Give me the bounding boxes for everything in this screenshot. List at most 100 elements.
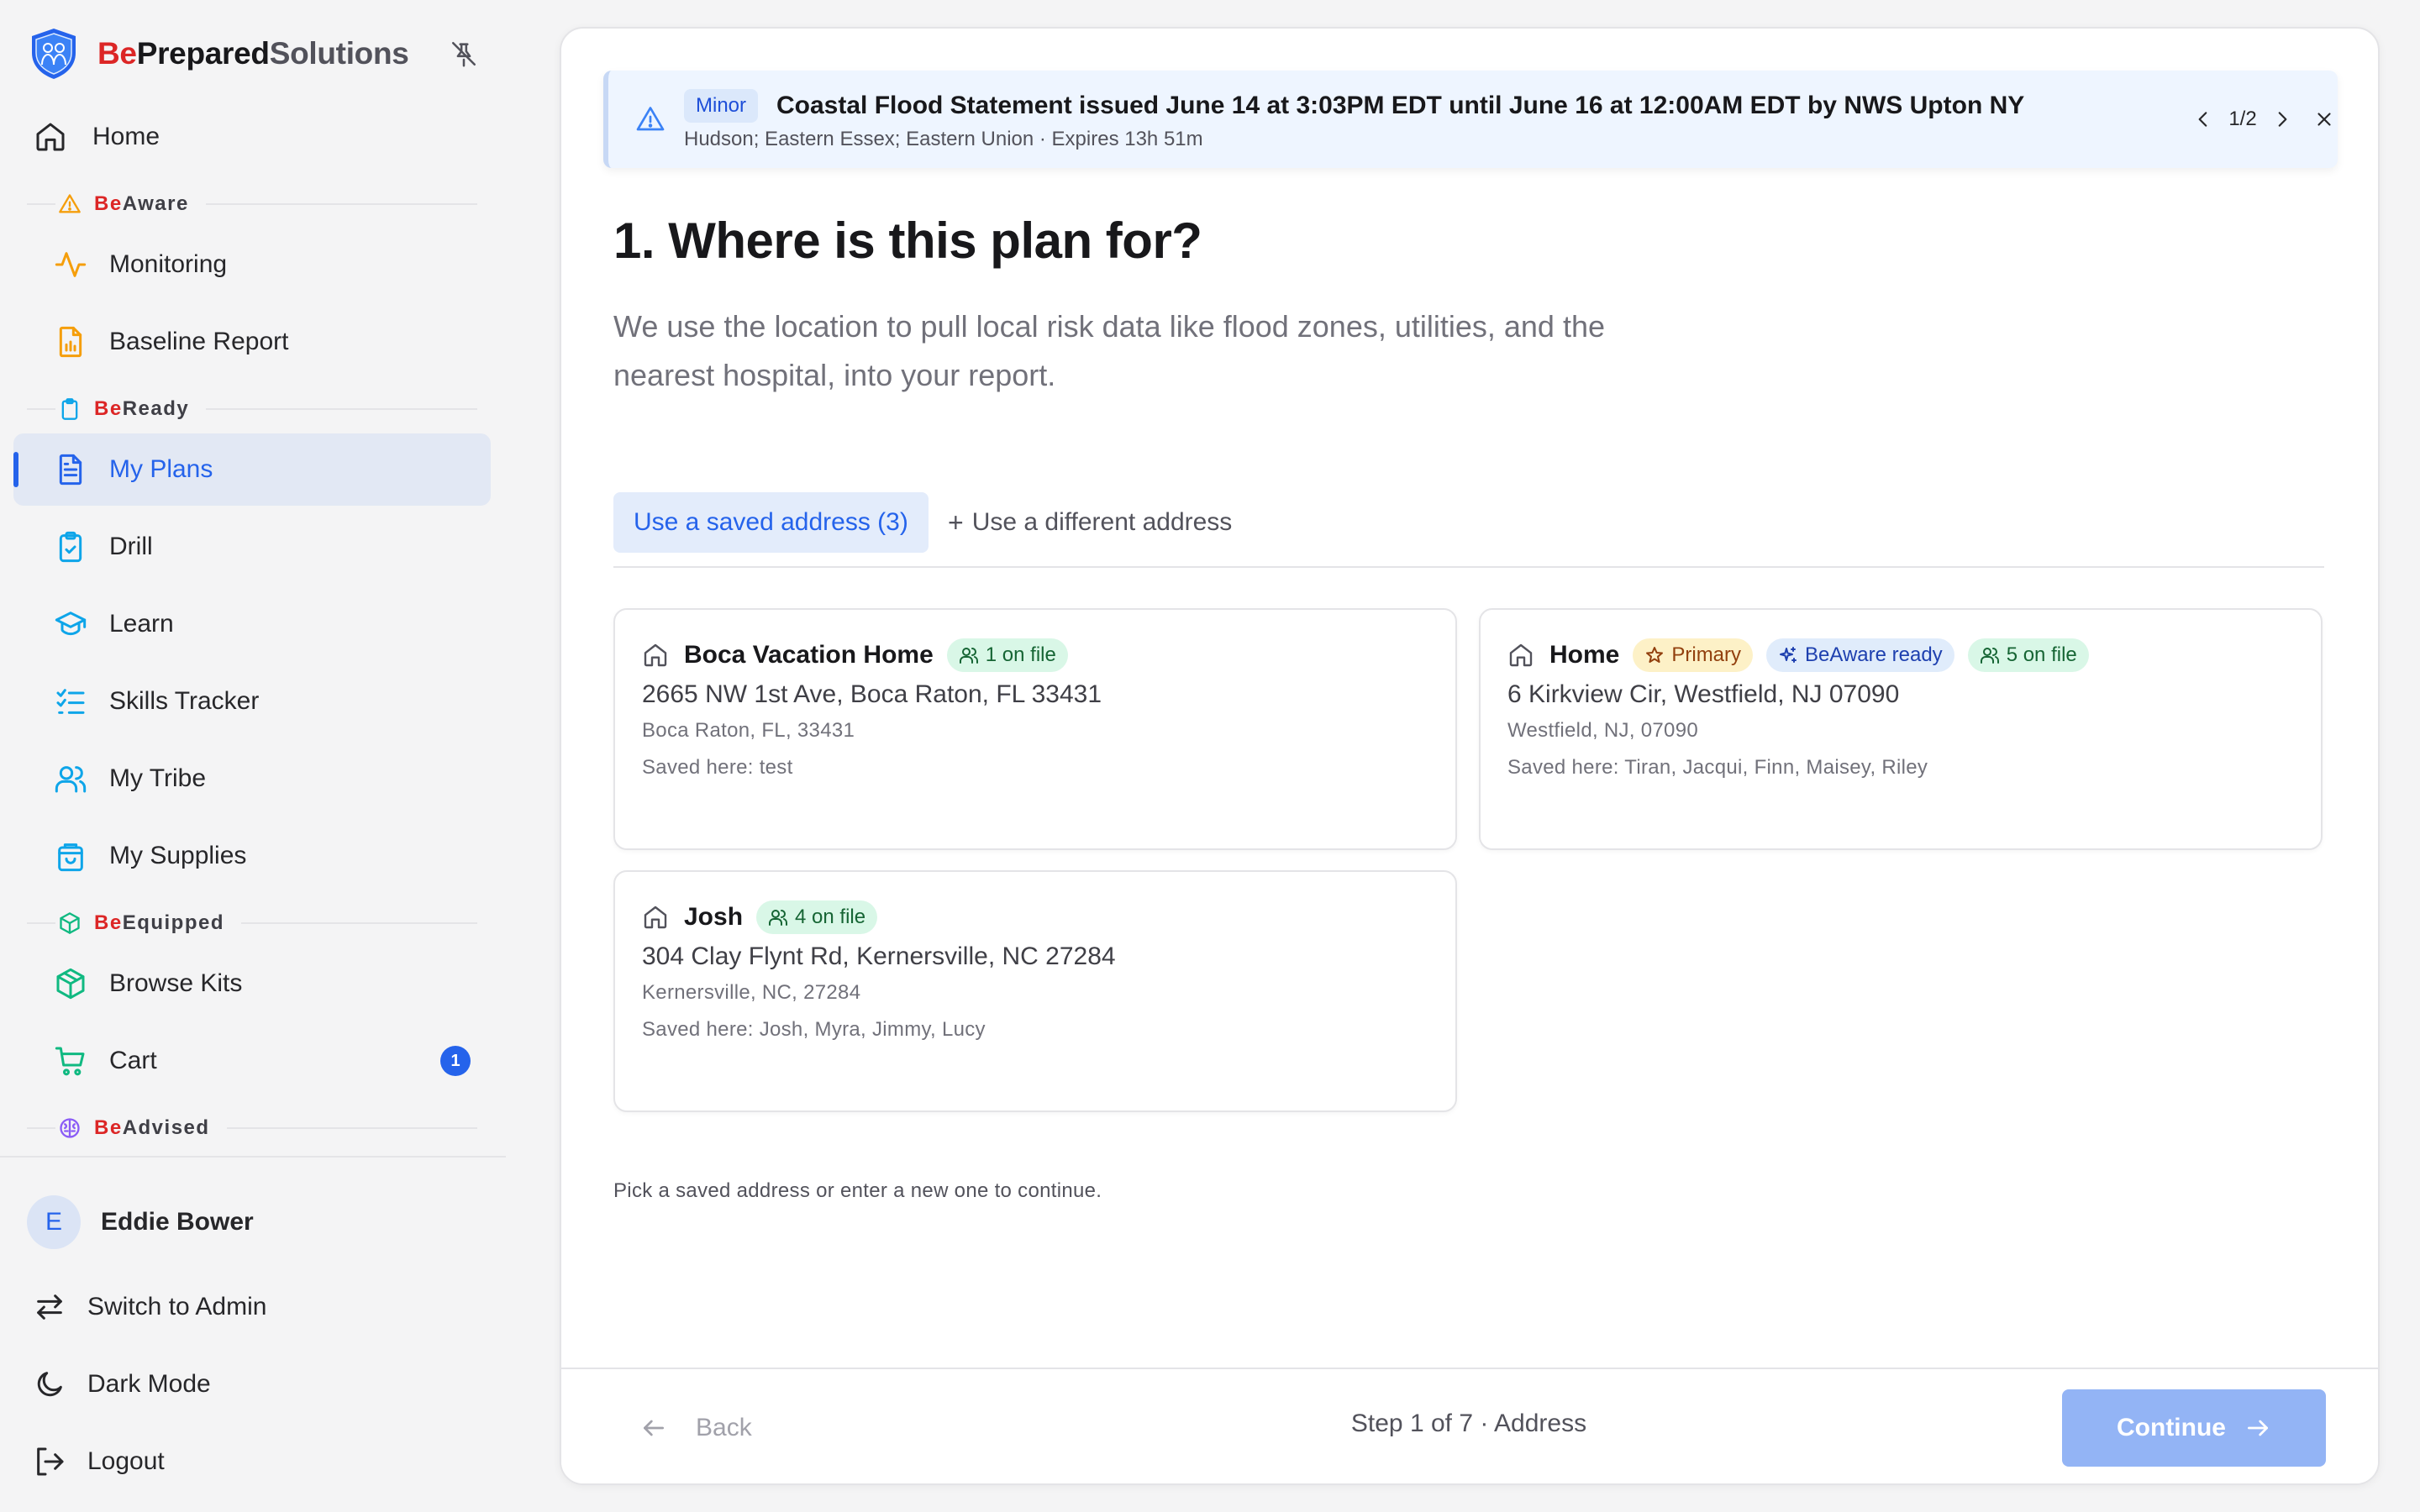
home-icon [644,906,667,929]
section-beaware: BeAware [27,192,477,217]
nav-my-tribe[interactable]: My Tribe [13,743,491,815]
on-file-badge: 1 on file [946,638,1068,672]
users-icon [769,910,788,926]
warning-icon [636,107,665,131]
users-icon [1980,648,1999,664]
brand-name: BePreparedSolutions [97,36,409,71]
graduation-cap-icon [54,607,87,641]
nav-my-supplies[interactable]: My Supplies [13,820,491,892]
activity-icon [54,248,87,281]
report-icon [54,325,87,359]
clipboard-check-icon [54,530,87,564]
on-file-badge: 4 on file [756,900,878,934]
pin-off-icon [451,41,476,67]
avatar: E [27,1195,81,1249]
address-street: 6 Kirkview Cir, Westfield, NJ 07090 [1507,680,1900,708]
logout-icon [32,1444,67,1479]
nav-browse-kits[interactable]: Browse Kits [13,948,491,1020]
page-description: We use the location to pull local risk d… [613,309,1606,392]
beaware-ready-badge: BeAware ready [1766,638,1954,672]
nav-monitoring[interactable]: Monitoring [13,228,491,301]
address-saved-by: Saved here: Tiran, Jacqui, Finn, Maisey,… [1507,756,1928,779]
package-icon [57,911,82,936]
address-city: Kernersville, NC, 27284 [642,981,861,1004]
user-name: Eddie Bower [101,1208,254,1236]
nav-my-plans[interactable]: My Plans [13,433,491,506]
dark-mode-toggle[interactable]: Dark Mode [32,1359,211,1410]
shopping-bag-icon [54,839,87,873]
address-card-home[interactable]: Home Primary BeAware ready 5 on file 6 K… [1479,608,2323,850]
nav-home-label: Home [92,123,160,150]
chevron-right-icon [2278,112,2287,127]
alert-subtitle: Hudson; Eastern Essex; Eastern Union · E… [684,128,1203,150]
nav-cart[interactable]: Cart 1 [13,1025,491,1097]
address-saved-by: Saved here: test [642,756,793,779]
cart-icon [54,1044,87,1078]
shield-logo-icon [32,29,76,79]
section-beadvised: BeAdvised [27,1116,477,1141]
brain-icon [57,1116,82,1141]
unpin-sidebar-button[interactable] [447,37,481,71]
primary-badge: Primary [1633,638,1754,672]
sparkle-icon [1780,647,1797,663]
arrow-right-icon [2247,1420,2268,1436]
checklist-icon [54,685,87,718]
address-city: Westfield, NJ, 07090 [1507,719,1699,742]
address-name: Josh [684,903,744,931]
star-icon [1646,647,1664,663]
address-street: 304 Clay Flynt Rd, Kernersville, NC 2728… [642,942,1116,970]
wizard-footer: Back Step 1 of 7 · Address Continue [561,1368,2378,1483]
on-file-badge: 5 on file [1967,638,2089,672]
nav-home[interactable]: Home [13,101,491,173]
sidebar-divider [0,1156,506,1158]
users-icon [959,648,978,664]
main-panel: Minor Coastal Flood Statement issued Jun… [560,27,2380,1485]
address-card-boca[interactable]: Boca Vacation Home 1 on file 2665 NW 1st… [613,608,1457,850]
alert-title[interactable]: Coastal Flood Statement issued June 14 a… [776,89,2024,123]
address-name: Boca Vacation Home [684,641,934,669]
alert-prev-button[interactable] [2188,104,2218,134]
nav-skills-tracker[interactable]: Skills Tracker [13,665,491,738]
arrow-left-icon [644,1420,664,1436]
chevron-left-icon [2198,112,2207,127]
document-icon [54,453,87,486]
alert-next-button[interactable] [2267,104,2297,134]
switch-to-admin-button[interactable]: Switch to Admin [32,1282,266,1332]
helper-hint: Pick a saved address or enter a new one … [613,1179,1102,1202]
brand[interactable]: BePreparedSolutions [27,24,481,84]
home-icon [34,120,67,154]
alert-pagination: 1/2 [2228,108,2257,130]
step-indicator: Step 1 of 7 · Address [1350,1410,1587,1437]
warning-icon [57,192,82,217]
page-title: 1. Where is this plan for? [613,213,1202,269]
section-beequipped: BeEquipped [27,911,477,936]
address-street: 2665 NW 1st Ave, Boca Raton, FL 33431 [642,680,1102,708]
moon-icon [32,1367,67,1402]
sidebar: BePreparedSolutions Home BeAware Monitor… [0,0,506,1512]
home-icon [644,643,667,667]
clipboard-icon [57,396,82,422]
continue-button[interactable]: Continue [2062,1389,2326,1467]
alert-severity-badge: Minor [684,89,759,123]
back-button[interactable]: Back [640,1406,752,1450]
address-name: Home [1549,641,1620,669]
address-saved-by: Saved here: Josh, Myra, Jimmy, Lucy [642,1018,986,1041]
weather-alert-banner: Minor Coastal Flood Statement issued Jun… [603,71,2338,168]
close-icon [2317,113,2331,126]
nav-drill[interactable]: Drill [13,511,491,583]
box-icon [54,967,87,1000]
section-beready: BeReady [27,396,477,422]
alert-close-button[interactable] [2309,104,2339,134]
tab-different-address[interactable]: + Use a different address [948,492,1232,553]
cart-count-badge: 1 [440,1046,471,1076]
user-profile[interactable]: E Eddie Bower [27,1194,254,1250]
plus-icon: + [948,507,964,538]
nav-baseline-report[interactable]: Baseline Report [13,306,491,378]
address-city: Boca Raton, FL, 33431 [642,719,855,742]
users-icon [54,762,87,795]
address-card-josh[interactable]: Josh 4 on file 304 Clay Flynt Rd, Kerner… [613,870,1457,1112]
logout-button[interactable]: Logout [32,1436,165,1487]
tab-saved-address[interactable]: Use a saved address (3) [613,492,929,553]
address-mode-tabs: Use a saved address (3) + Use a differen… [613,464,2324,568]
nav-learn[interactable]: Learn [13,588,491,660]
